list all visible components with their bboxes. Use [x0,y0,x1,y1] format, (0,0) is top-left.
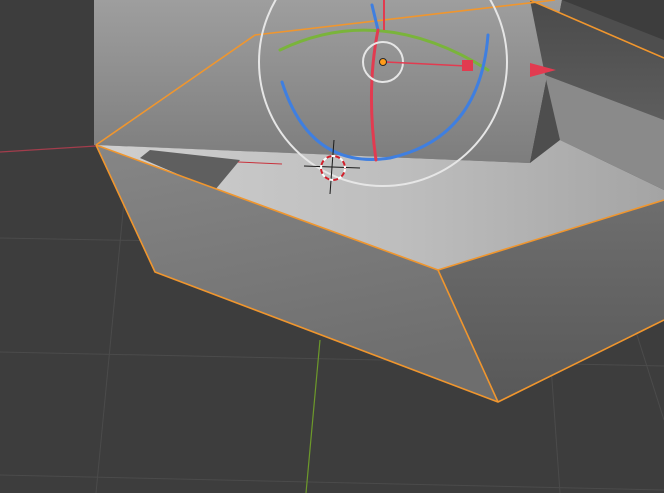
3d-viewport[interactable] [0,0,664,493]
gizmo-x-scale-handle[interactable] [462,60,473,71]
x-axis-line [0,145,97,153]
cube-front-face [94,0,562,163]
viewport-canvas[interactable] [0,0,664,493]
object-origin-dot [379,58,387,66]
y-axis-line [305,339,321,493]
